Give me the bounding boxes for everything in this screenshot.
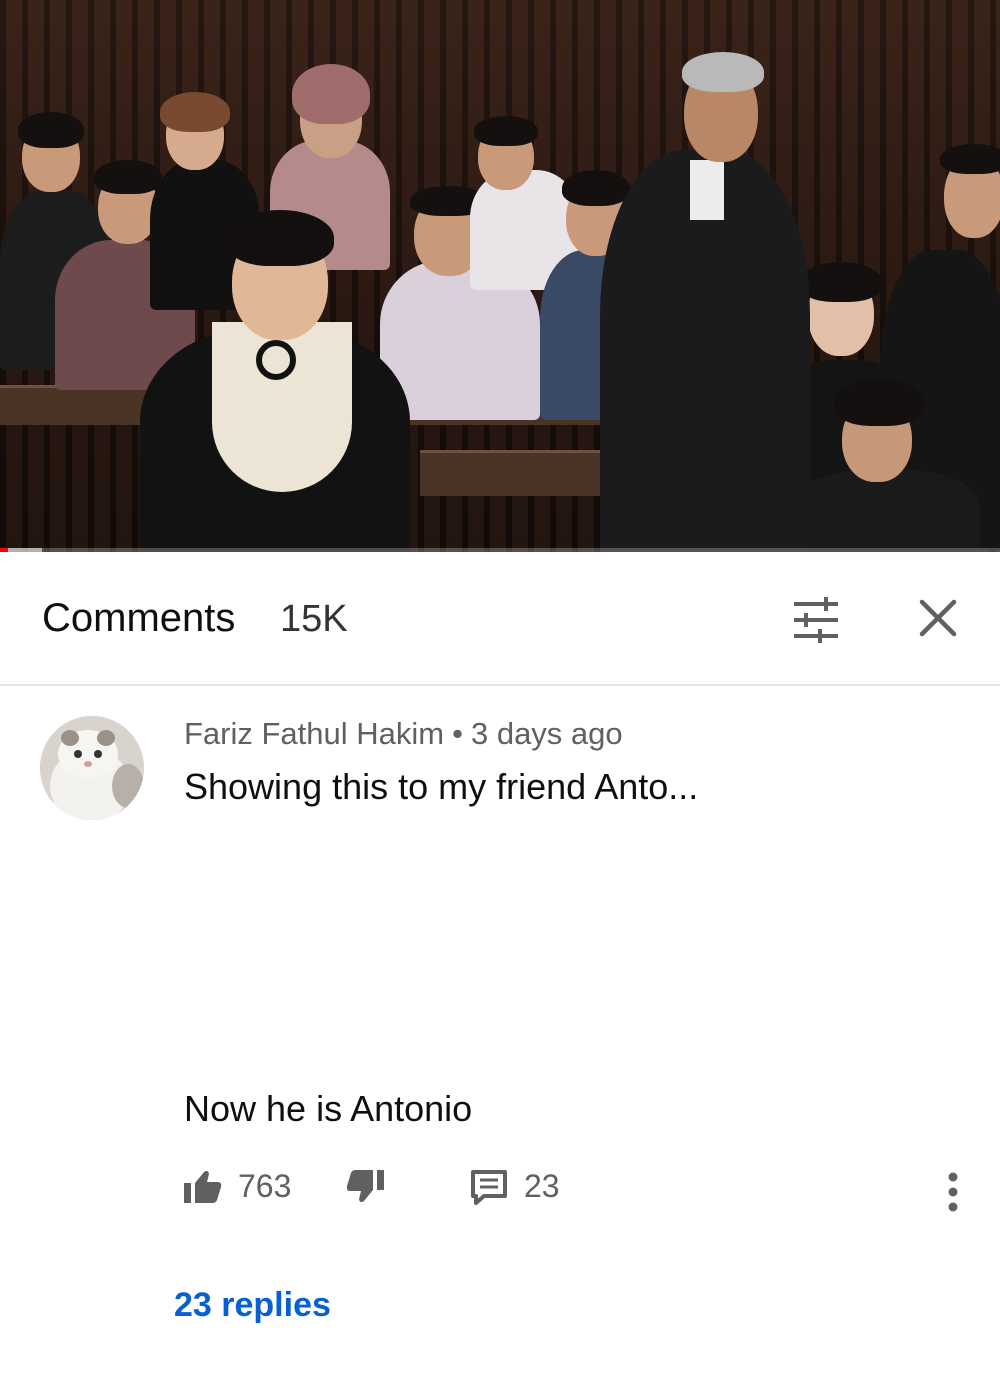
meta-separator: • [452,716,463,751]
comment-icon [471,1169,507,1205]
more-vertical-icon[interactable] [940,1170,966,1214]
cat-avatar-icon [40,716,144,820]
comment-meta: Fariz Fathul Hakim • 3 days ago [184,716,623,752]
comment-author[interactable]: Fariz Fathul Hakim [184,716,444,751]
reply-button[interactable]: 23 [470,1168,560,1205]
comment-text-continued: Now he is Antonio [184,1088,473,1129]
thumbs-down-icon [346,1170,384,1203]
comments-header: Comments 15K [0,552,1000,686]
avatar[interactable] [40,716,144,820]
like-button[interactable]: 763 [182,1168,291,1205]
close-icon[interactable] [914,594,962,642]
reply-count: 23 [524,1168,560,1204]
comments-count: 15K [280,598,348,640]
like-count: 763 [238,1168,292,1204]
comment-text: Showing this to my friend Anto... [184,766,699,807]
comments-title: Comments [42,596,236,640]
thumbs-up-icon [184,1170,222,1203]
dislike-button[interactable] [346,1168,386,1204]
view-replies-link[interactable]: 23 replies [174,1286,331,1325]
sort-filter-icon[interactable] [790,596,842,644]
comment-timestamp: 3 days ago [470,716,623,751]
video-player[interactable] [0,0,1000,552]
